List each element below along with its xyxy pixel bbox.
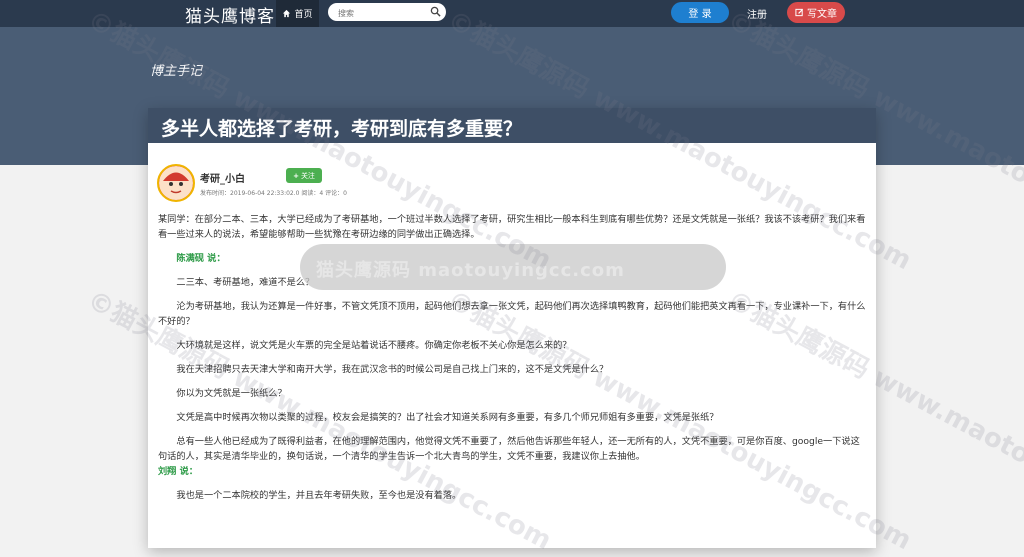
login-label: 登 录	[688, 9, 712, 20]
site-brand[interactable]: 猫头鹰博客	[185, 2, 275, 27]
speaker-label: 刘翔 说：	[158, 466, 198, 477]
login-button[interactable]: 登 录	[671, 2, 729, 23]
nav-home-tab[interactable]: 首页	[276, 0, 319, 27]
follow-button[interactable]: + 关注	[286, 168, 322, 183]
author-avatar[interactable]	[157, 164, 195, 202]
nav-home-label: 首页	[294, 10, 313, 20]
edit-icon	[795, 8, 804, 17]
write-article-button[interactable]: 写文章	[787, 2, 845, 23]
search-input[interactable]	[336, 5, 430, 21]
watermark-overlay: 猫头鹰源码 maotouyingcc.com	[300, 244, 726, 290]
article-meta: 发布时间：2019-06-04 22:33:02.0 阅读：4 评论：0	[200, 190, 347, 197]
article-paragraph: 我也是一个二本院校的学生，并且去年考研失败，至今也是没有着落。	[176, 490, 462, 501]
register-link[interactable]: 注册	[747, 6, 767, 21]
article-paragraph: 我在天津招聘只去天津大学和南开大学，我在武汉念书的时候公司是自己找上门来的，这不…	[176, 364, 609, 375]
top-nav: 猫头鹰博客 首页 登 录 注册 写文章	[0, 0, 1024, 27]
article-paragraph: 沦为考研基地，我认为还算是一件好事，不管文凭顶不顶用，起码他们想去拿一张文凭，起…	[158, 301, 866, 327]
author-name[interactable]: 考研_小白	[200, 170, 245, 185]
article-paragraph: 某同学：在部分二本、三本，大学已经成为了考研基地，一个班过半数人选择了考研，研究…	[158, 214, 866, 240]
article-card: 多半人都选择了考研，考研到底有多重要？ 考研_小白 + 关注 发布时间：2019…	[148, 108, 876, 548]
overlay-text: 猫头鹰源码 maotouyingcc.com	[316, 260, 625, 281]
article-paragraph: 你以为文凭就是一张纸么？	[176, 388, 287, 399]
search-box	[328, 3, 446, 21]
search-icon[interactable]	[430, 6, 441, 17]
article-title-bar: 多半人都选择了考研，考研到底有多重要？	[148, 108, 876, 143]
follow-label: 关注	[300, 171, 315, 180]
article-paragraph: 文凭是高中时候再次物以类聚的过程，校友会是搞笑的？出了社会才知道关系网有多重要，…	[176, 412, 719, 423]
article-paragraph: 总有一些人他已经成为了既得利益者，在他的理解范围内，他觉得文凭不重要了，然后他告…	[158, 436, 860, 462]
home-icon	[283, 9, 291, 18]
write-article-label: 写文章	[807, 9, 837, 20]
article-title: 多半人都选择了考研，考研到底有多重要？	[161, 118, 523, 140]
plus-icon: +	[293, 171, 299, 180]
article-paragraph: 大环境就是这样，说文凭是火车票的完全是站着说话不腰疼。你确定你老板不关心你是怎么…	[176, 340, 572, 351]
banner-title: 博主手记	[150, 64, 203, 79]
avatar-image	[159, 166, 193, 200]
